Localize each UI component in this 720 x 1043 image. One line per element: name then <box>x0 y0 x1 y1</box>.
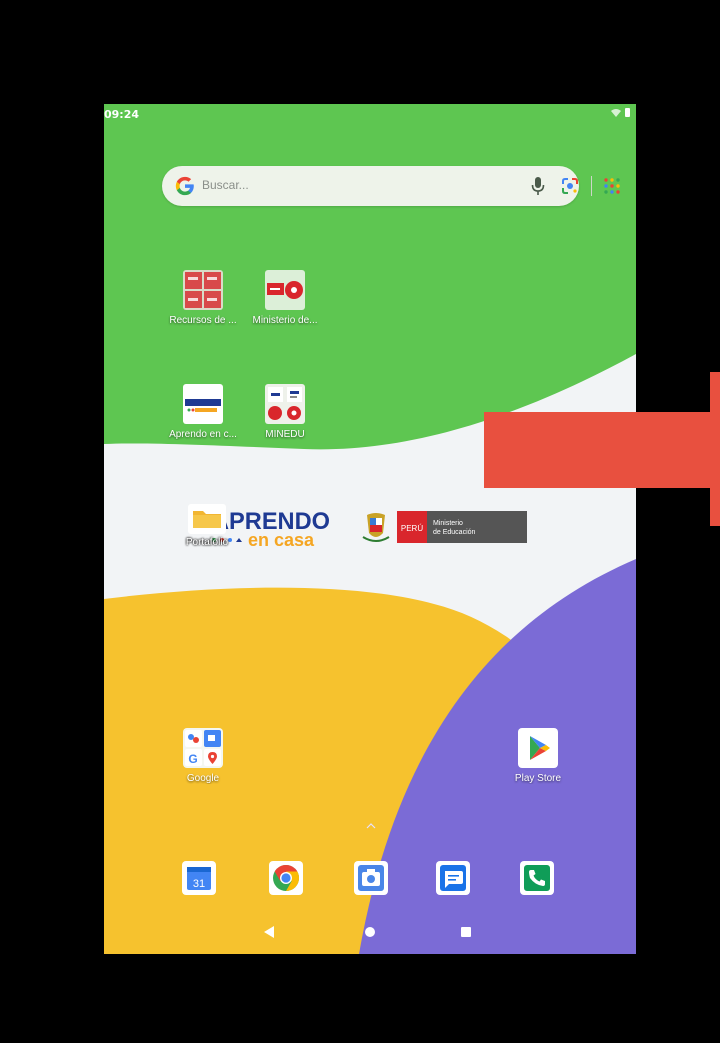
app-aprendo-en-casa[interactable]: Aprendo en c... <box>158 384 248 440</box>
red-arrow-annotation <box>484 372 720 526</box>
google-folder-icon: G <box>183 728 223 768</box>
calendar-icon: 31 <box>182 861 216 895</box>
messages-icon <box>436 861 470 895</box>
lens-icon[interactable] <box>560 176 580 196</box>
wifi-icon <box>611 108 621 117</box>
app-label: Aprendo en c... <box>169 429 237 440</box>
google-g-icon <box>175 176 194 196</box>
folder-icon <box>188 504 226 534</box>
app-portafolio[interactable]: Portafolio <box>184 504 230 548</box>
peru-coat-of-arms-icon <box>362 513 390 542</box>
app-label: Ministerio de... <box>252 315 318 326</box>
play-store-icon <box>518 728 558 768</box>
aprendo-widget-line2: en casa <box>248 530 315 549</box>
dock-chrome[interactable] <box>269 861 303 895</box>
battery-icon <box>625 108 630 117</box>
app-google-folder[interactable]: G Google <box>158 728 248 784</box>
app-label: Play Store <box>514 773 562 784</box>
phone-icon <box>520 861 554 895</box>
app-label: MINEDU <box>265 429 305 440</box>
app-recursos[interactable]: Recursos de ... <box>158 270 248 326</box>
app-ministerio[interactable]: Ministerio de... <box>240 270 330 326</box>
app-label: Google <box>186 773 220 784</box>
chrome-icon <box>269 861 303 895</box>
status-time: 09:24 <box>104 108 140 121</box>
recursos-pdf-icon <box>183 270 223 310</box>
dock-camera[interactable] <box>354 861 388 895</box>
app-label: Portafolio <box>185 537 229 548</box>
calendar-date: 31 <box>193 878 205 890</box>
dock-phone[interactable] <box>520 861 554 895</box>
ministerio-line1: Ministerio <box>433 520 463 527</box>
search-divider <box>591 176 592 196</box>
ministerio-line2: de Educación <box>433 529 476 536</box>
search-placeholder[interactable]: Buscar... <box>202 178 249 192</box>
aprendo-widget-graphic: APRENDO en casa <box>212 508 330 550</box>
back-icon[interactable] <box>263 925 275 939</box>
app-play-store[interactable]: Play Store <box>493 728 583 784</box>
peru-text: PERÚ <box>401 524 423 533</box>
camera-icon <box>354 861 388 895</box>
minedu-icon <box>265 384 305 424</box>
recents-icon[interactable] <box>461 927 471 937</box>
tablet-home-screen: 09:24 Buscar... Recursos de ... Minister… <box>104 104 636 954</box>
dock-calendar[interactable]: 31 <box>182 861 216 895</box>
google-search-bar[interactable]: Buscar... <box>162 166 620 206</box>
dock-messages[interactable] <box>436 861 470 895</box>
app-minedu[interactable]: MINEDU <box>240 384 330 440</box>
apps-grid-icon[interactable] <box>602 176 622 196</box>
app-label: Recursos de ... <box>169 315 237 326</box>
aprendo-en-casa-icon <box>183 384 223 424</box>
aprendo-en-casa-widget[interactable]: APRENDO en casa <box>212 505 342 550</box>
swipe-up-chevron-icon[interactable] <box>366 823 376 829</box>
home-icon[interactable] <box>365 927 375 937</box>
svg-text:G: G <box>188 752 197 766</box>
status-bar: 09:24 <box>104 104 636 126</box>
mic-icon[interactable] <box>530 176 546 196</box>
ministerio-icon <box>265 270 305 310</box>
